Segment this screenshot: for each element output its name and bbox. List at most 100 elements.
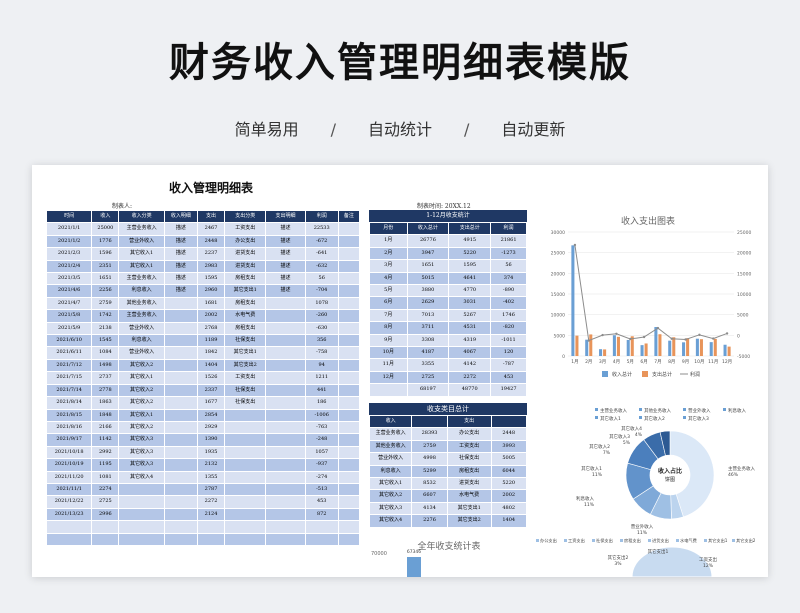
table-cell[interactable]: 6044 [490,464,527,479]
table-cell[interactable] [265,470,306,484]
table-cell[interactable]: 其他业务收入 [368,439,413,454]
table-cell[interactable]: 3308 [406,333,450,348]
table-cell[interactable] [337,408,361,422]
table-cell[interactable]: 2737 [91,371,120,385]
table-cell[interactable]: 1545 [91,334,120,348]
table-cell[interactable] [224,507,267,522]
table-cell[interactable]: 3880 [406,284,450,298]
table-cell[interactable]: 2021/8/14 [45,396,93,410]
table-cell[interactable]: -641 [304,247,339,261]
table-cell[interactable] [337,309,361,323]
table-cell[interactable]: 9月 [369,333,408,348]
table-cell[interactable]: 其它收入3 [118,458,165,472]
table-cell[interactable]: 其它收入2 [118,420,165,435]
table-cell[interactable]: 1848 [91,408,120,422]
table-cell[interactable] [163,358,198,373]
table-cell[interactable]: 营业外收入 [368,452,413,466]
table-cell[interactable]: 1211 [304,371,339,385]
table-cell[interactable]: 2021/7/14 [45,383,93,398]
table-cell[interactable] [337,296,361,311]
table-cell[interactable]: 房租支出 [224,272,267,286]
table-cell[interactable]: 房租支出 [446,464,492,479]
table-cell[interactable]: 5015 [406,271,450,286]
table-cell[interactable] [163,309,198,323]
table-cell[interactable] [337,532,361,546]
table-cell[interactable] [337,247,361,261]
table-cell[interactable]: 6607 [411,489,448,503]
table-cell[interactable]: 356 [304,334,339,348]
table-cell[interactable]: 8532 [411,477,448,491]
table-cell[interactable]: 主营业务收入 [118,309,165,323]
table-cell[interactable]: 描述 [163,247,198,261]
table-cell[interactable]: 描述 [265,284,306,298]
table-cell[interactable] [337,358,361,373]
table-cell[interactable]: 1526 [196,371,226,385]
table-cell[interactable] [337,321,361,336]
table-cell[interactable]: 2021/1/1 [45,222,93,236]
table-cell[interactable]: 453 [304,495,339,509]
table-cell[interactable] [163,371,198,385]
table-cell[interactable]: 120 [490,346,527,360]
table-cell[interactable] [265,507,306,522]
table-cell[interactable] [265,371,306,385]
table-cell[interactable]: 其它收入2 [118,396,165,410]
table-cell[interactable] [163,420,198,435]
table-cell[interactable] [163,495,198,509]
table-cell[interactable] [163,296,198,311]
table-cell[interactable]: 描述 [163,234,198,249]
table-cell[interactable]: 进货支出 [224,247,267,261]
table-cell[interactable]: 其它支出1 [224,346,267,360]
table-cell[interactable]: 2021/7/15 [45,371,93,385]
table-cell[interactable] [265,520,306,534]
table-cell[interactable]: -704 [304,284,339,298]
table-cell[interactable]: 872 [304,507,339,522]
table-cell[interactable] [224,445,267,460]
table-cell[interactable]: 441 [304,383,339,398]
table-cell[interactable]: 8月 [369,321,408,335]
table-cell[interactable] [265,445,306,460]
table-cell[interactable] [196,520,226,534]
table-cell[interactable] [337,470,361,484]
table-cell[interactable]: 5220 [448,246,492,261]
table-cell[interactable] [163,458,198,472]
table-cell[interactable]: 2929 [196,420,226,435]
table-cell[interactable]: 主营业务收入 [118,222,165,236]
table-cell[interactable]: 7月 [369,308,408,323]
table-cell[interactable]: 1355 [196,470,226,484]
table-cell[interactable]: 2021/8/15 [45,408,93,422]
table-cell[interactable]: 2166 [91,420,120,435]
table-cell[interactable]: 1595 [196,272,226,286]
table-cell[interactable]: 其它收入4 [368,514,413,528]
table-cell[interactable]: 2021/4/7 [45,296,93,311]
table-cell[interactable] [224,433,267,447]
table-cell[interactable]: -820 [490,321,527,335]
table-cell[interactable]: 4802 [490,501,527,516]
table-cell[interactable] [45,520,93,534]
table-cell[interactable] [265,296,306,311]
table-cell[interactable]: 5月 [369,284,408,298]
table-cell[interactable]: 1390 [196,433,226,447]
table-cell[interactable] [337,222,361,236]
table-cell[interactable]: 2996 [91,507,120,522]
table-cell[interactable]: 描述 [163,259,198,274]
table-cell[interactable] [337,346,361,360]
table-cell[interactable]: 2725 [91,495,120,509]
table-cell[interactable] [265,321,306,336]
table-cell[interactable]: 2021/6/10 [45,334,93,348]
table-cell[interactable] [163,470,198,484]
table-cell[interactable]: 社保支出 [224,396,267,410]
table-cell[interactable]: 1596 [91,247,120,261]
table-cell[interactable] [163,445,198,460]
table-cell[interactable]: 2021/9/17 [45,433,93,447]
table-cell[interactable]: 21861 [490,234,527,248]
table-cell[interactable] [265,433,306,447]
table-cell[interactable] [224,470,267,484]
table-cell[interactable]: 其它收入3 [118,433,165,447]
table-cell[interactable]: 利息收入 [118,334,165,348]
table-cell[interactable] [224,408,267,422]
table-cell[interactable]: 2983 [196,259,226,274]
table-cell[interactable] [196,532,226,546]
table-cell[interactable] [337,272,361,286]
table-cell[interactable] [337,433,361,447]
table-cell[interactable]: -274 [304,470,339,484]
